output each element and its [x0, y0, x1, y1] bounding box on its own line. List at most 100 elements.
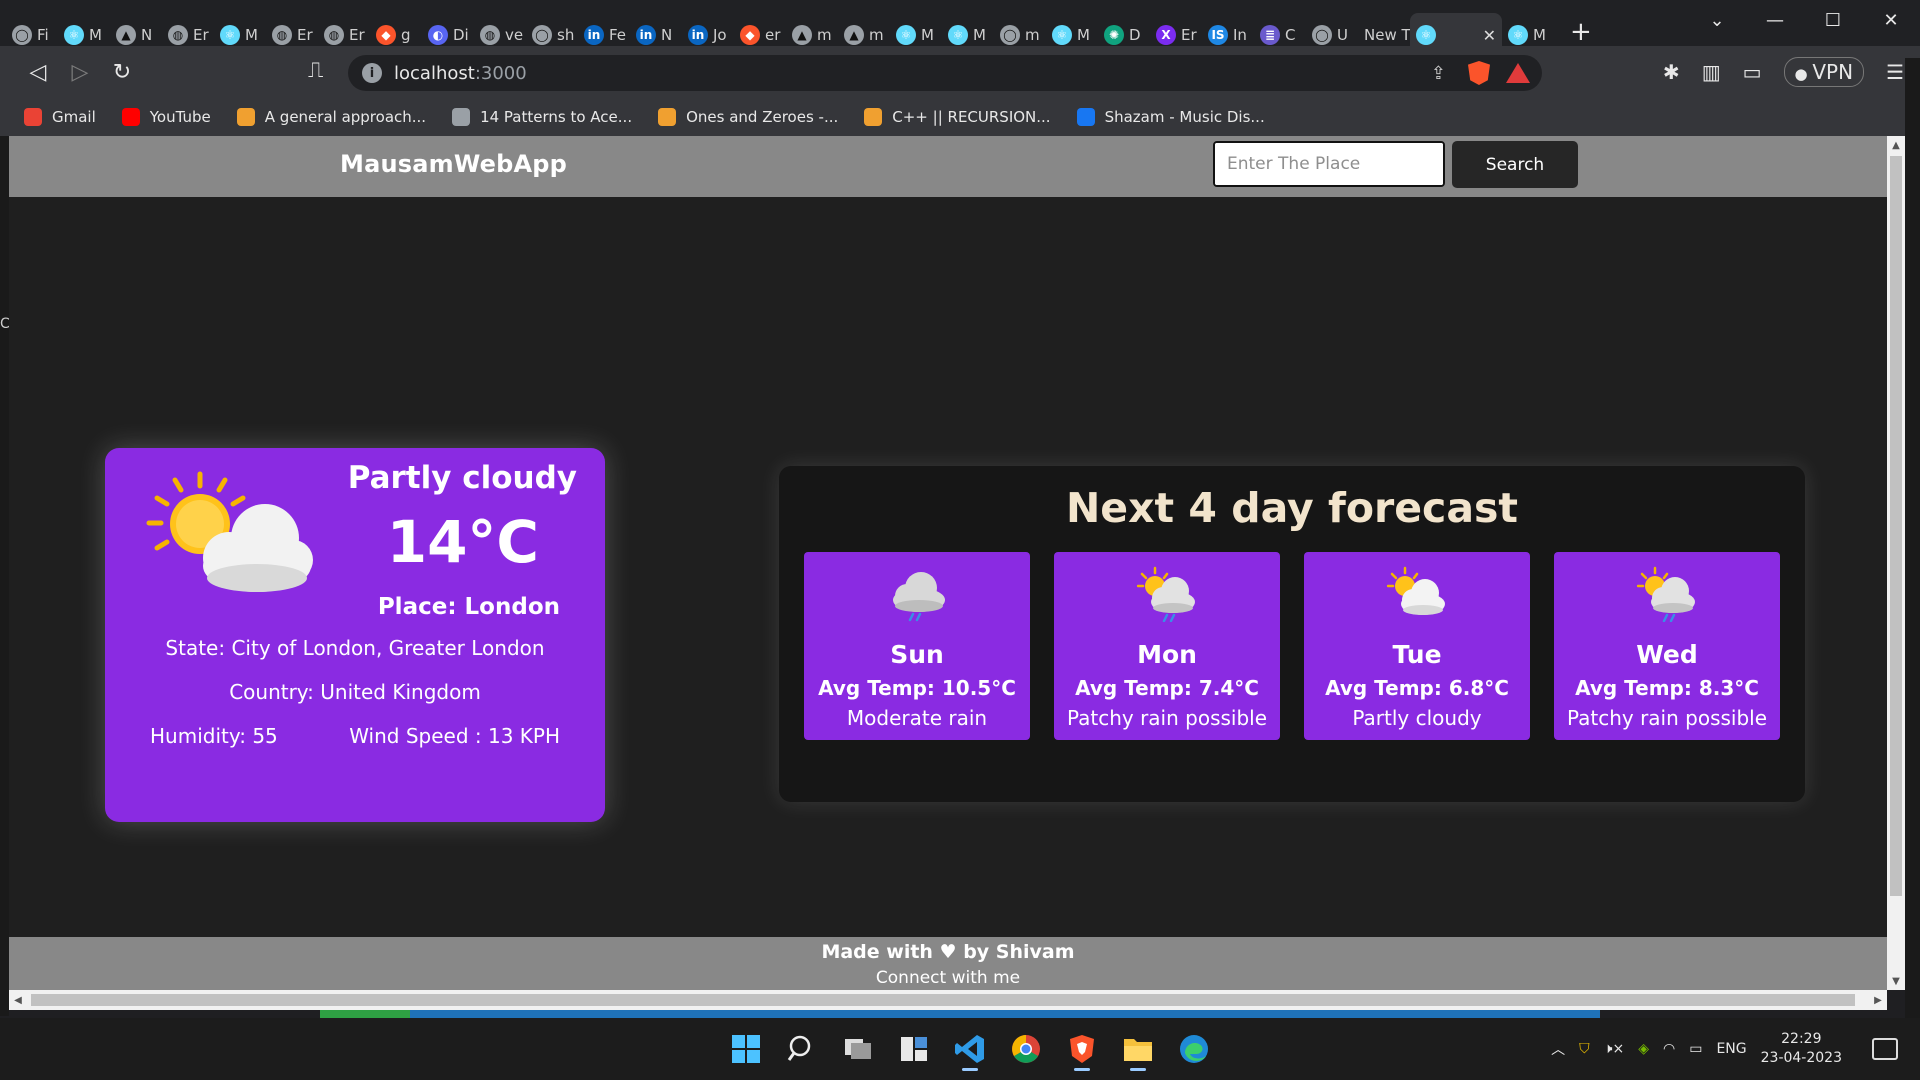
vertical-scrollbar[interactable]: ▲ ▼: [1887, 136, 1905, 990]
bookmark-1[interactable]: YouTube: [121, 108, 211, 126]
brave-icon[interactable]: [1060, 1027, 1104, 1071]
bookmark-2[interactable]: A general approach...: [236, 108, 426, 126]
forecast-title: Next 4 day forecast: [1065, 484, 1518, 532]
wifi-icon[interactable]: ◠: [1663, 1041, 1675, 1057]
x-icon: X: [1156, 25, 1176, 45]
forecast-day: Mon: [1137, 640, 1197, 669]
widgets-icon[interactable]: [892, 1027, 936, 1071]
bookmark-4[interactable]: Ones and Zeroes -...: [658, 108, 838, 126]
url-text[interactable]: localhost:3000: [394, 63, 527, 84]
file-explorer-icon[interactable]: [1116, 1027, 1160, 1071]
bookmark-3[interactable]: 14 Patterns to Ace...: [452, 108, 632, 126]
tab-search-chevron-icon[interactable]: ⌄: [1688, 0, 1746, 40]
speaker-muted-icon[interactable]: 🕨×: [1604, 1041, 1625, 1057]
tab-label: N: [661, 26, 673, 44]
horizontal-scroll-thumb[interactable]: [31, 994, 1855, 1006]
share-icon[interactable]: ⇪: [1431, 63, 1446, 84]
bookmark-label: YouTube: [149, 108, 211, 126]
back-icon[interactable]: ◁: [18, 52, 58, 92]
app-header: MausamWebApp Search: [9, 136, 1887, 197]
scroll-left-icon[interactable]: ◀: [9, 990, 27, 1010]
task-view-icon[interactable]: [836, 1027, 880, 1071]
sidebar-icon[interactable]: ▥: [1702, 60, 1721, 84]
forecast-day: Wed: [1636, 640, 1698, 669]
globe-icon: ◍: [480, 25, 500, 45]
minimize-icon[interactable]: —: [1746, 0, 1804, 40]
edge-icon[interactable]: [1172, 1027, 1216, 1071]
tab-label: New T: [1364, 26, 1410, 44]
forecast-condition: Partly cloudy: [1352, 706, 1482, 730]
tab-label: M: [245, 26, 258, 44]
horizontal-scrollbar[interactable]: ◀ ▶: [9, 990, 1887, 1010]
toolbar-right: ✱ ▥ ▭ ● VPN ☰: [1663, 52, 1904, 92]
close-window-icon[interactable]: ✕: [1862, 0, 1920, 40]
menu-icon[interactable]: ☰: [1886, 60, 1904, 84]
vpn-button[interactable]: ● VPN: [1783, 57, 1865, 87]
brave-shields-icon[interactable]: [1468, 61, 1490, 85]
shield-warning-icon[interactable]: ⛉: [1579, 1041, 1590, 1057]
globe-icon: ◍: [168, 25, 188, 45]
tab-label: Er: [1181, 26, 1197, 44]
tray-overflow-chevron-icon[interactable]: ︿: [1551, 1039, 1565, 1059]
footer-credit: Made with ♥ by Shivam: [821, 941, 1075, 963]
vscode-icon[interactable]: [948, 1027, 992, 1071]
search-button[interactable]: Search: [1452, 141, 1578, 188]
reload-icon[interactable]: ↻: [102, 52, 142, 92]
footer-connect-link[interactable]: Connect with me: [9, 968, 1887, 988]
forecast-condition: Patchy rain possible: [1066, 706, 1268, 730]
forecast-avg-temp: Avg Temp: 10.5°C: [818, 676, 1016, 700]
tab-label: Er: [193, 26, 209, 44]
search-icon[interactable]: [780, 1027, 824, 1071]
tab-label: Er: [349, 26, 365, 44]
scroll-up-icon[interactable]: ▲: [1887, 136, 1905, 154]
chrome-icon[interactable]: [1004, 1027, 1048, 1071]
react-icon: ⚛: [64, 25, 84, 45]
react-icon: ⚛: [1416, 25, 1436, 45]
github-icon: ◯: [12, 25, 32, 45]
list-icon: ≣: [1260, 25, 1280, 45]
current-weather-card: Partly cloudy 14°C Place: London State: …: [105, 448, 605, 822]
sun-rain-cloud-icon: [1137, 566, 1195, 622]
clock-date: 23-04-2023: [1760, 1050, 1842, 1066]
vscode-statusbar-sliver: [320, 1010, 1600, 1018]
maximize-icon[interactable]: ☐: [1804, 0, 1862, 40]
tab-label: Er: [297, 26, 313, 44]
forecast-avg-temp: Avg Temp: 7.4°C: [1075, 676, 1259, 700]
bookmark-5[interactable]: C++ || RECURSION...: [864, 108, 1051, 126]
bookmark-6[interactable]: Shazam - Music Dis...: [1076, 108, 1265, 126]
rain-cloud-icon: [893, 572, 945, 622]
nvidia-icon[interactable]: ◈: [1638, 1041, 1649, 1057]
tab-label: M: [973, 26, 986, 44]
bookmarks-bar: Gmail YouTube A general approach... 14 Patt…: [0, 98, 1920, 136]
scroll-right-icon[interactable]: ▶: [1869, 990, 1887, 1010]
app-brand[interactable]: MausamWebApp: [340, 150, 567, 178]
site-info-icon[interactable]: i: [362, 63, 382, 83]
place-search-input[interactable]: [1213, 141, 1445, 187]
extensions-puzzle-icon[interactable]: ✱: [1663, 60, 1680, 84]
scroll-down-icon[interactable]: ▼: [1887, 972, 1905, 990]
forward-icon[interactable]: ▷: [60, 52, 100, 92]
language-indicator[interactable]: ENG: [1716, 1041, 1746, 1057]
windows-start-icon[interactable]: [724, 1027, 768, 1071]
notification-center-icon[interactable]: [1872, 1038, 1898, 1060]
bookmark-icon[interactable]: ⎍: [308, 58, 323, 83]
brave-rewards-icon[interactable]: [1506, 63, 1530, 83]
vercel-icon: ▲: [792, 25, 812, 45]
bookmark-0[interactable]: Gmail: [24, 108, 96, 126]
tab-label: Fe: [609, 26, 627, 44]
taskbar-clock[interactable]: 22:29 23-04-2023: [1761, 1030, 1842, 1068]
tab-label: M: [1077, 26, 1090, 44]
bookmark-label: Shazam - Music Dis...: [1104, 108, 1265, 126]
tab-label: In: [1233, 26, 1247, 44]
brave-shield-icon: ◆: [376, 25, 396, 45]
is-icon: IS: [1208, 25, 1228, 45]
new-tab-plus-icon[interactable]: +: [1570, 17, 1592, 47]
battery-icon[interactable]: ▭: [1689, 1041, 1702, 1057]
address-bar[interactable]: i localhost:3000 ⇪: [348, 55, 1542, 91]
browser-toolbar: ◁ ▷ ↻ ⎍ i localhost:3000 ⇪ ✱ ▥ ▭ ● VPN ☰: [0, 46, 1920, 98]
wallet-icon[interactable]: ▭: [1743, 60, 1762, 84]
vertical-scroll-thumb[interactable]: [1890, 156, 1902, 896]
close-tab-icon[interactable]: ✕: [1483, 26, 1496, 45]
linkedin-icon: in: [688, 25, 708, 45]
tab-label: N: [141, 26, 153, 44]
